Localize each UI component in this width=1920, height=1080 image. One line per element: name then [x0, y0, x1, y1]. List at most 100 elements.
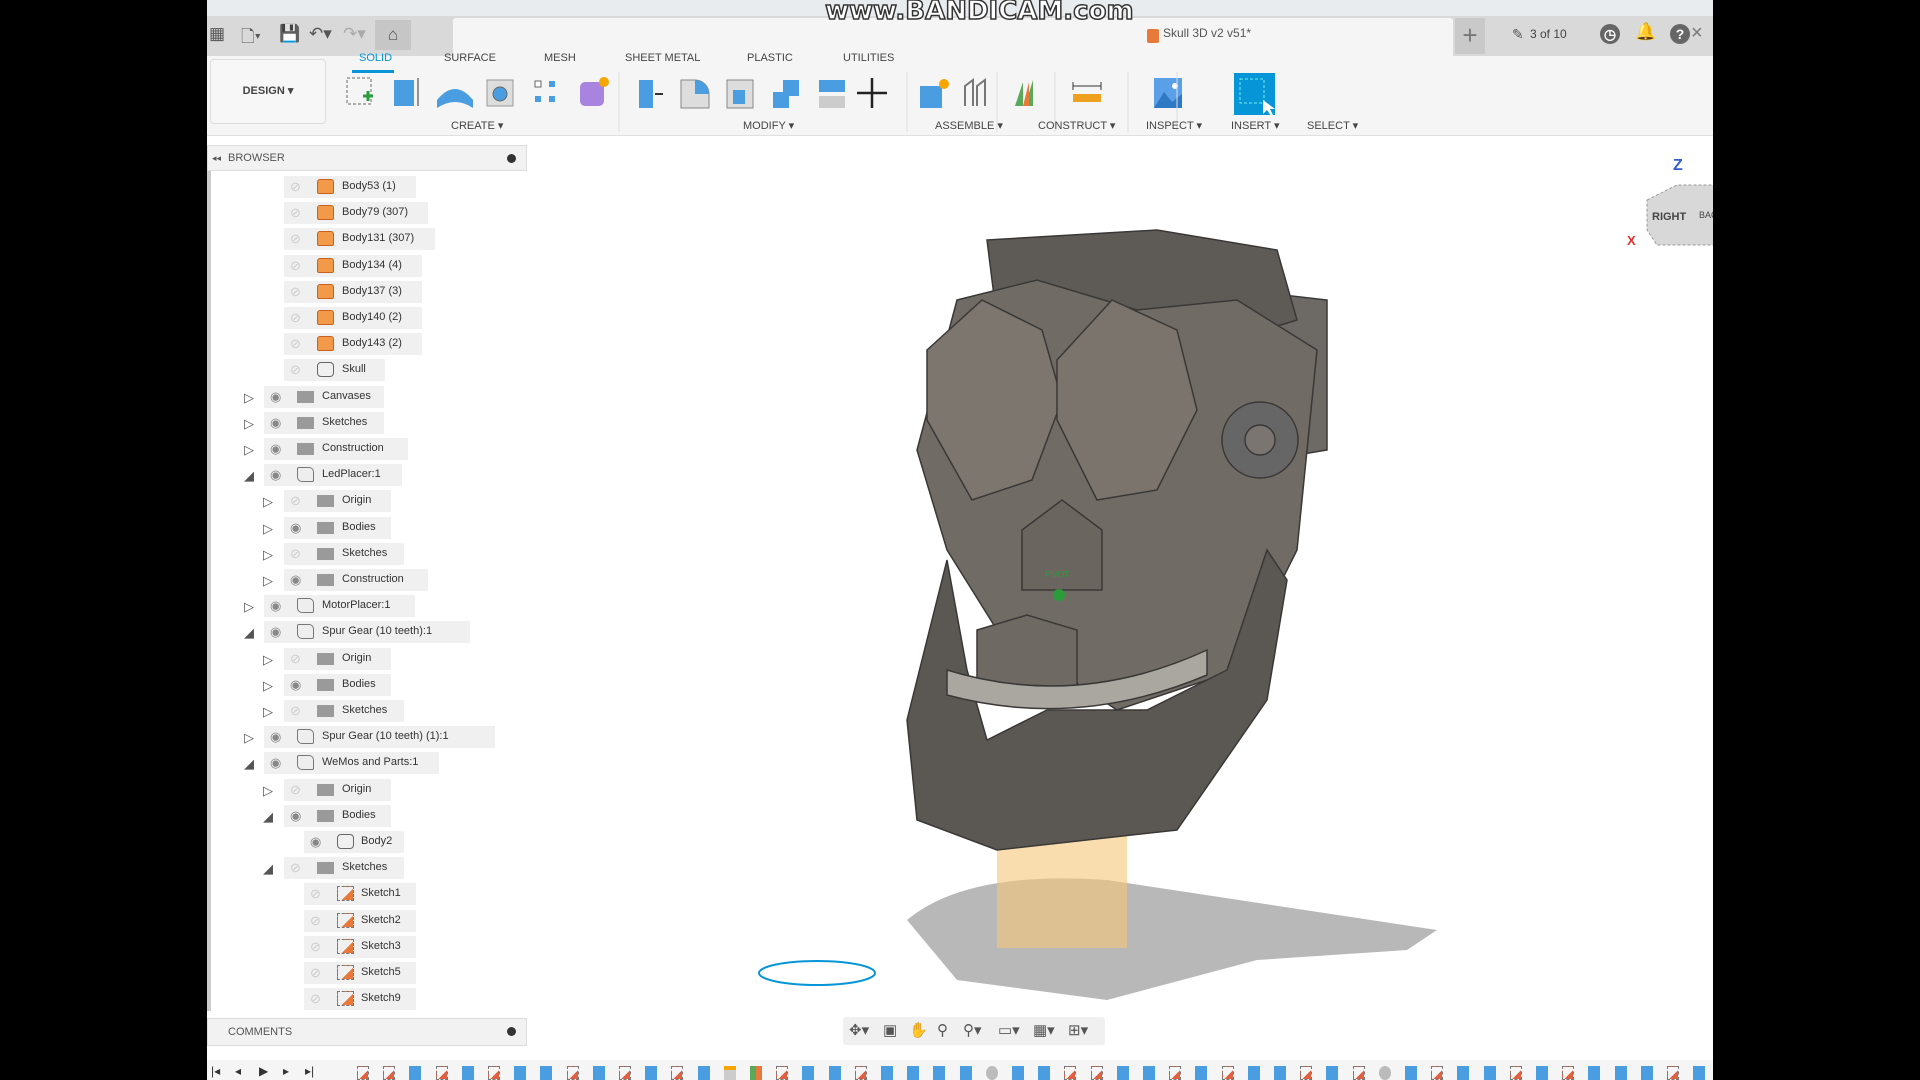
hidden-eye-icon[interactable]: ⊘	[290, 703, 301, 719]
pan-icon[interactable]: ✋	[909, 1021, 928, 1039]
hidden-eye-icon[interactable]: ⊘	[290, 546, 301, 562]
hidden-eye-icon[interactable]: ⊘	[290, 258, 301, 274]
timeline-extrude-feature[interactable]	[828, 1066, 841, 1080]
browser-row[interactable]: ▷ ◉ Spur Gear (10 teeth) (1):1	[207, 726, 527, 749]
browser-row[interactable]: ◉ Body2	[207, 831, 527, 853]
browser-row[interactable]: ▷ ⊘ Origin	[207, 490, 527, 513]
hidden-eye-icon[interactable]: ⊘	[290, 782, 301, 798]
browser-row[interactable]: ⊘ Skull	[207, 359, 527, 382]
timeline-sketch-feature[interactable]	[1431, 1066, 1444, 1080]
timeline-extrude-feature[interactable]	[592, 1066, 605, 1080]
timeline-prev-icon[interactable]: ◂	[235, 1064, 241, 1078]
hidden-eye-icon[interactable]: ⊘	[310, 965, 321, 981]
expand-arrow-icon[interactable]: ▷	[263, 547, 273, 563]
timeline-extrude-feature[interactable]	[933, 1066, 946, 1080]
timeline-extrude-feature[interactable]	[1274, 1066, 1286, 1080]
job-status-icon[interactable]: ✎	[1512, 26, 1524, 43]
visibility-eye-icon[interactable]: ◉	[270, 624, 281, 640]
grid-settings-icon[interactable]: ▦▾	[1033, 1021, 1055, 1039]
timeline-sketch-feature[interactable]	[1667, 1066, 1679, 1080]
timeline-extrude-feature[interactable]	[1614, 1066, 1627, 1080]
timeline-extrude-feature[interactable]	[514, 1066, 527, 1080]
fit-icon[interactable]: ⚲▾	[963, 1021, 982, 1039]
expand-arrow-icon[interactable]: ▷	[244, 599, 254, 615]
hidden-eye-icon[interactable]: ⊘	[290, 651, 301, 667]
timeline-joint-feature[interactable]	[723, 1066, 736, 1080]
orbit-icon[interactable]: ✥▾	[849, 1021, 869, 1039]
timeline-sketch-feature[interactable]	[671, 1066, 684, 1080]
browser-row[interactable]: ▷ ◉ Construction	[207, 438, 527, 460]
browser-row[interactable]: ▷ ◉ Bodies	[207, 516, 527, 539]
timeline-plane-feature[interactable]	[750, 1066, 762, 1080]
collapse-arrow-icon[interactable]: ◢	[244, 625, 254, 641]
browser-row[interactable]: ⊘ Body137 (3)	[207, 280, 527, 303]
timeline-extrude-feature[interactable]	[409, 1066, 422, 1080]
select-menu[interactable]: SELECT ▾	[1307, 119, 1358, 132]
browser-row[interactable]: ▷ ◉ Construction	[207, 569, 527, 591]
browser-row[interactable]: ◢ ◉ Spur Gear (10 teeth):1	[207, 621, 527, 644]
timeline-sketch-feature[interactable]	[1562, 1066, 1575, 1080]
assemble-menu[interactable]: ASSEMBLE ▾	[935, 119, 1003, 132]
collapse-arrow-icon[interactable]: ◢	[263, 809, 273, 825]
browser-row[interactable]: ⊘ Body143 (2)	[207, 333, 527, 356]
timeline-extrude-feature[interactable]	[697, 1066, 710, 1080]
hidden-eye-icon[interactable]: ⊘	[290, 310, 301, 326]
timeline-play-icon[interactable]: ▶	[259, 1064, 268, 1078]
timeline-sketch-feature[interactable]	[1352, 1066, 1365, 1080]
timeline-extrude-feature[interactable]	[1143, 1066, 1155, 1080]
visibility-eye-icon[interactable]: ◉	[270, 441, 281, 457]
hidden-eye-icon[interactable]: ⊘	[290, 493, 301, 509]
browser-row[interactable]: ⊘ Body53 (1)	[207, 176, 527, 198]
timeline-extrude-feature[interactable]	[1247, 1066, 1260, 1080]
expand-arrow-icon[interactable]: ▷	[244, 390, 254, 406]
timeline-extrude-feature[interactable]	[1326, 1066, 1339, 1080]
insert-menu[interactable]: INSERT ▾	[1231, 119, 1280, 132]
timeline-extrude-feature[interactable]	[1693, 1066, 1706, 1080]
browser-row[interactable]: ▷ ◉ Sketches	[207, 411, 527, 434]
undo-icon[interactable]: ↶▾	[309, 24, 332, 44]
viewport-model[interactable]: PIVOT	[647, 200, 1547, 1000]
hidden-eye-icon[interactable]: ⊘	[310, 913, 321, 929]
visibility-eye-icon[interactable]: ◉	[290, 572, 301, 588]
job-count[interactable]: 3 of 10	[1530, 27, 1567, 41]
timeline-sketch-feature[interactable]	[1169, 1066, 1182, 1080]
modify-menu[interactable]: MODIFY ▾	[743, 119, 794, 132]
timeline-sketch-feature[interactable]	[1090, 1066, 1103, 1080]
timeline-last-icon[interactable]: ▸|	[305, 1064, 314, 1078]
expand-arrow-icon[interactable]: ▷	[244, 416, 254, 432]
timeline-extrude-feature[interactable]	[959, 1066, 972, 1080]
visibility-eye-icon[interactable]: ◉	[270, 755, 281, 771]
zoom-icon[interactable]: ⚲	[937, 1021, 948, 1039]
visibility-eye-icon[interactable]: ◉	[290, 520, 301, 536]
timeline-extrude-feature[interactable]	[461, 1066, 474, 1080]
timeline-sketch-feature[interactable]	[1300, 1066, 1313, 1080]
browser-row[interactable]: ⊘ Sketch5	[207, 962, 527, 984]
browser-panel-header[interactable]: ◂◂ BROWSER	[207, 145, 527, 171]
timeline-next-icon[interactable]: ▸	[283, 1064, 289, 1078]
browser-row[interactable]: ⊘ Body131 (307)	[207, 228, 527, 251]
expand-arrow-icon[interactable]: ▷	[263, 573, 273, 589]
help-icon[interactable]: ?	[1670, 24, 1690, 44]
timeline-extrude-feature[interactable]	[1195, 1066, 1208, 1080]
viewports-icon[interactable]: ⊞▾	[1068, 1021, 1088, 1039]
visibility-eye-icon[interactable]: ◉	[310, 834, 321, 850]
inspect-menu[interactable]: INSPECT ▾	[1146, 119, 1202, 132]
add-comment-icon[interactable]	[507, 1027, 516, 1036]
expand-arrow-icon[interactable]: ▷	[263, 783, 273, 799]
timeline-extrude-feature[interactable]	[1588, 1066, 1601, 1080]
timeline-extrude-feature[interactable]	[1038, 1066, 1051, 1080]
timeline-sketch-feature[interactable]	[383, 1066, 396, 1080]
expand-arrow-icon[interactable]: ▷	[244, 442, 254, 458]
browser-row[interactable]: ◢ ◉ LedPlacer:1	[207, 464, 527, 487]
browser-row[interactable]: ▷ ⊘ Origin	[207, 647, 527, 670]
expand-arrow-icon[interactable]: ▷	[263, 652, 273, 668]
timeline-extrude-feature[interactable]	[881, 1066, 893, 1080]
timeline-sketch-feature[interactable]	[1221, 1066, 1234, 1080]
browser-row[interactable]: ▷ ◉ Bodies	[207, 673, 527, 696]
browser-row[interactable]: ◢ ⊘ Sketches	[207, 857, 527, 880]
visibility-eye-icon[interactable]: ◉	[270, 729, 281, 745]
redo-icon[interactable]: ↷▾	[343, 24, 366, 44]
timeline-extrude-feature[interactable]	[802, 1066, 815, 1080]
browser-row[interactable]: ⊘ Sketch3	[207, 935, 527, 958]
collapse-arrow-icon[interactable]: ◢	[244, 756, 254, 772]
